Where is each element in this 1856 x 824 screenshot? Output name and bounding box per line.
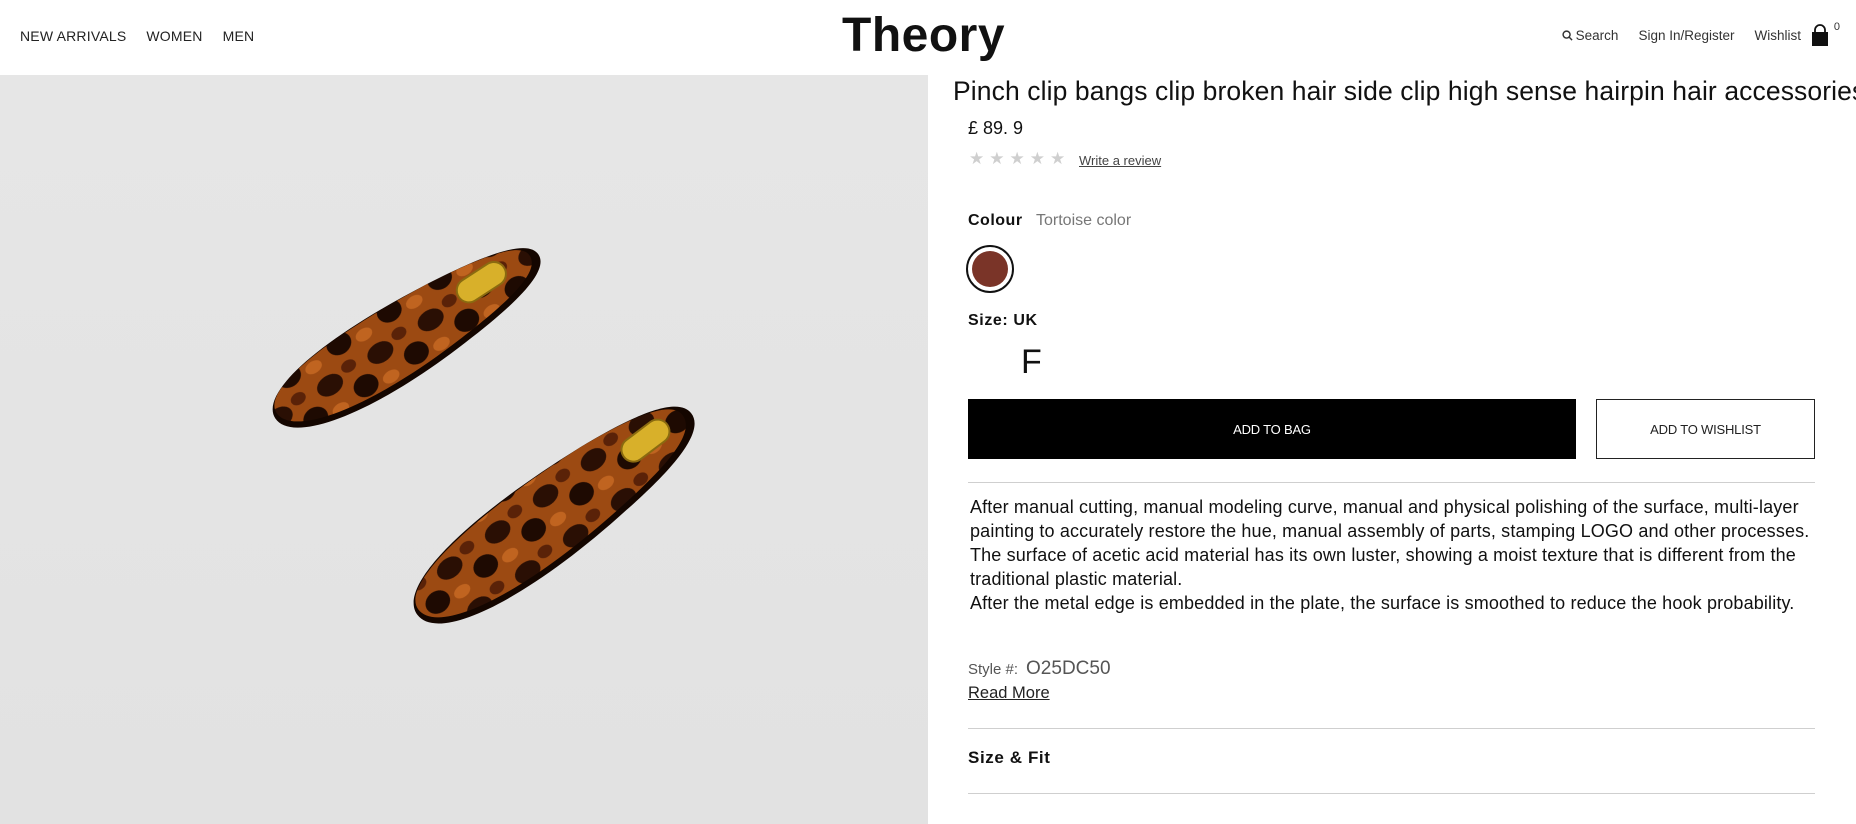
add-to-bag-button[interactable]: ADD TO BAG — [968, 399, 1576, 459]
divider — [968, 482, 1815, 483]
brand-logo[interactable]: Theory — [842, 8, 1005, 63]
style-label: Style #: — [968, 661, 1019, 678]
colour-swatch-tortoise[interactable] — [966, 245, 1014, 293]
nav-new-arrivals[interactable]: NEW ARRIVALS — [20, 28, 126, 44]
product-image — [0, 75, 928, 824]
size-option-f[interactable]: F — [1021, 343, 1042, 382]
add-to-wishlist-button[interactable]: ADD TO WISHLIST — [1596, 399, 1815, 459]
style-value: O25DC50 — [1026, 658, 1111, 679]
star-icon[interactable]: ★ — [989, 150, 1004, 167]
read-more-link[interactable]: Read More — [968, 684, 1050, 703]
product-description: After manual cutting, manual modeling cu… — [970, 495, 1820, 615]
star-icon[interactable]: ★ — [1030, 150, 1045, 167]
star-icon[interactable]: ★ — [1050, 150, 1065, 167]
colour-label: Colour — [968, 212, 1023, 229]
divider — [968, 793, 1815, 794]
site-header: NEW ARRIVALS WOMEN MEN Theory Search Sig… — [0, 0, 1856, 74]
utility-nav: Search Sign In/Register Wishlist — [1562, 28, 1801, 43]
hair-clip-image — [272, 248, 695, 624]
description-paragraph: After the metal edge is embedded in the … — [970, 593, 1795, 613]
signin-link[interactable]: Sign In/Register — [1638, 28, 1734, 43]
nav-women[interactable]: WOMEN — [146, 28, 202, 44]
main-nav: NEW ARRIVALS WOMEN MEN — [20, 28, 254, 44]
nav-men[interactable]: MEN — [223, 28, 255, 44]
rating-stars[interactable]: ★ ★ ★ ★ ★ — [969, 150, 1065, 167]
search-icon — [1562, 30, 1573, 41]
search-label: Search — [1575, 28, 1619, 43]
size-label: Size: UK — [968, 312, 1038, 329]
wishlist-link[interactable]: Wishlist — [1755, 28, 1802, 43]
write-review-link[interactable]: Write a review — [1079, 153, 1161, 168]
search-button[interactable]: Search — [1562, 28, 1619, 43]
size-fit-accordion[interactable]: Size & Fit — [968, 748, 1051, 768]
description-paragraph: After manual cutting, manual modeling cu… — [970, 497, 1810, 589]
bag-count-badge: 0 — [1833, 21, 1840, 33]
divider — [968, 728, 1815, 729]
style-number: Style #: O25DC50 — [968, 658, 1111, 680]
product-price: £ 89. 9 — [968, 118, 1024, 138]
product-title: Pinch clip bangs clip broken hair side c… — [953, 76, 1856, 106]
star-icon[interactable]: ★ — [1010, 150, 1025, 167]
shopping-bag-icon[interactable] — [1808, 24, 1832, 48]
colour-value: Tortoise color — [1036, 212, 1132, 229]
star-icon[interactable]: ★ — [969, 150, 984, 167]
swatch-fill — [972, 251, 1008, 287]
